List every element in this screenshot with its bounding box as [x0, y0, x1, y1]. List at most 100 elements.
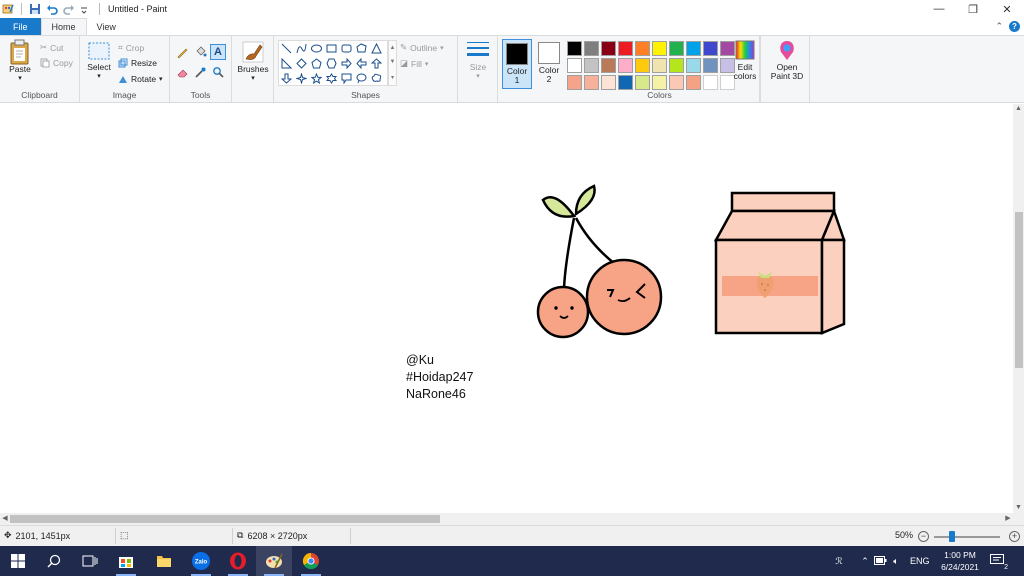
color-swatch[interactable] [618, 41, 633, 56]
crop-button[interactable]: ⌗ Crop [118, 42, 144, 53]
fill-bucket-icon[interactable] [192, 44, 208, 60]
color-swatch[interactable] [618, 75, 633, 90]
color-swatch[interactable] [601, 41, 616, 56]
outline-button[interactable]: ✎ Outline ▾ [400, 42, 444, 53]
rectangular-callout-shape-icon[interactable] [339, 71, 354, 86]
oval-shape-icon[interactable] [309, 41, 324, 56]
chrome-icon[interactable] [293, 546, 329, 576]
right-triangle-shape-icon[interactable] [279, 56, 294, 71]
oval-callout-shape-icon[interactable] [354, 71, 369, 86]
rounded-rectangle-shape-icon[interactable] [339, 41, 354, 56]
eraser-icon[interactable] [174, 64, 190, 80]
color-swatch[interactable] [652, 58, 667, 73]
vertical-scroll-thumb[interactable] [1015, 212, 1023, 368]
color-swatch[interactable] [669, 58, 684, 73]
scroll-down-icon[interactable]: ▼ [1013, 503, 1024, 513]
right-arrow-shape-icon[interactable] [339, 56, 354, 71]
scroll-up-icon[interactable]: ▲ [1013, 104, 1024, 114]
zoom-slider-track[interactable] [934, 536, 1000, 538]
pencil-icon[interactable] [174, 44, 190, 60]
open-paint3d-button[interactable]: Open Paint 3D [767, 39, 807, 81]
paint-app-icon[interactable] [2, 3, 14, 15]
color-swatch[interactable] [601, 58, 616, 73]
color-swatch[interactable] [635, 41, 650, 56]
color-swatch[interactable] [601, 75, 616, 90]
scroll-right-icon[interactable]: ▶ [1003, 513, 1013, 525]
color-picker-icon[interactable] [192, 64, 208, 80]
shapes-scroll[interactable]: ▲ ▼ ▾ [388, 40, 397, 86]
text-tool-icon[interactable]: A [210, 44, 226, 60]
polygon-shape-icon[interactable] [354, 41, 369, 56]
color-swatch[interactable] [584, 41, 599, 56]
six-point-star-shape-icon[interactable] [324, 71, 339, 86]
color-swatch[interactable] [686, 75, 701, 90]
task-view-icon[interactable] [72, 546, 108, 576]
cut-button[interactable]: ✂ Cut [40, 42, 63, 53]
color1-button[interactable]: Color 1 [502, 39, 532, 89]
tab-file[interactable]: File [0, 18, 41, 35]
collapse-ribbon-icon[interactable]: ⌃ [995, 21, 1003, 32]
tab-view[interactable]: View [87, 18, 126, 35]
four-point-star-shape-icon[interactable] [294, 71, 309, 86]
pentagon-shape-icon[interactable] [309, 56, 324, 71]
curve-shape-icon[interactable] [294, 41, 309, 56]
battery-icon[interactable] [872, 555, 888, 567]
five-point-star-shape-icon[interactable] [309, 71, 324, 86]
zoom-out-button[interactable]: − [918, 531, 929, 542]
customize-toolbar-icon[interactable] [80, 3, 92, 15]
language-indicator[interactable]: ENG [910, 556, 930, 566]
fill-button[interactable]: ◪ Fill ▾ [400, 58, 428, 69]
color-swatch[interactable] [635, 75, 650, 90]
store-icon[interactable] [108, 546, 144, 576]
horizontal-scrollbar[interactable]: ◀ ▶ [0, 513, 1013, 525]
vertical-scrollbar[interactable]: ▲ ▼ [1013, 104, 1024, 513]
notification-center[interactable]: 2 [990, 546, 1009, 576]
resize-button[interactable]: Resize [118, 58, 157, 68]
color-swatch[interactable] [686, 41, 701, 56]
save-icon[interactable] [29, 3, 41, 15]
redo-icon[interactable] [63, 3, 75, 15]
color-swatch[interactable] [652, 41, 667, 56]
minimize-button[interactable]: — [922, 0, 956, 18]
color-swatch[interactable] [669, 75, 684, 90]
left-arrow-shape-icon[interactable] [354, 56, 369, 71]
paint-icon[interactable] [256, 546, 292, 576]
rotate-button[interactable]: Rotate ▾ [118, 74, 163, 84]
close-button[interactable]: ✕ [990, 0, 1024, 18]
color-swatch[interactable] [618, 58, 633, 73]
size-button[interactable]: Size ▾ [462, 39, 494, 81]
help-icon[interactable]: ? [1009, 21, 1020, 32]
paste-button[interactable]: Paste ▾ [6, 39, 34, 83]
color-swatch[interactable] [567, 58, 582, 73]
magnifier-icon[interactable] [210, 64, 226, 80]
color-swatch[interactable] [584, 75, 599, 90]
people-icon[interactable]: ℛ [830, 556, 848, 567]
zoom-slider-knob[interactable] [949, 531, 955, 542]
color-swatch[interactable] [703, 75, 718, 90]
triangle-shape-icon[interactable] [369, 41, 384, 56]
color-swatch[interactable] [584, 58, 599, 73]
color-swatch[interactable] [635, 58, 650, 73]
color-swatch[interactable] [686, 58, 701, 73]
cloud-callout-shape-icon[interactable] [369, 71, 384, 86]
zoom-in-button[interactable]: + [1009, 531, 1020, 542]
hexagon-shape-icon[interactable] [324, 56, 339, 71]
scroll-left-icon[interactable]: ◀ [0, 513, 10, 525]
color-swatch[interactable] [567, 41, 582, 56]
diamond-shape-icon[interactable] [294, 56, 309, 71]
file-explorer-icon[interactable] [146, 546, 182, 576]
volume-icon[interactable]: 🔈︎ [888, 556, 904, 567]
start-icon[interactable] [0, 546, 36, 576]
edit-colors-button[interactable]: Edit colors [731, 39, 759, 81]
down-arrow-shape-icon[interactable] [279, 71, 294, 86]
search-icon[interactable] [36, 546, 72, 576]
color-swatch[interactable] [703, 58, 718, 73]
rectangle-shape-icon[interactable] [324, 41, 339, 56]
restore-button[interactable]: ❐ [956, 0, 990, 18]
clock[interactable]: 1:00 PM 6/24/2021 [937, 549, 983, 573]
undo-icon[interactable] [46, 3, 58, 15]
opera-icon[interactable] [220, 546, 256, 576]
color-swatch[interactable] [669, 41, 684, 56]
line-shape-icon[interactable] [279, 41, 294, 56]
zalo-icon[interactable]: Zalo [183, 546, 219, 576]
